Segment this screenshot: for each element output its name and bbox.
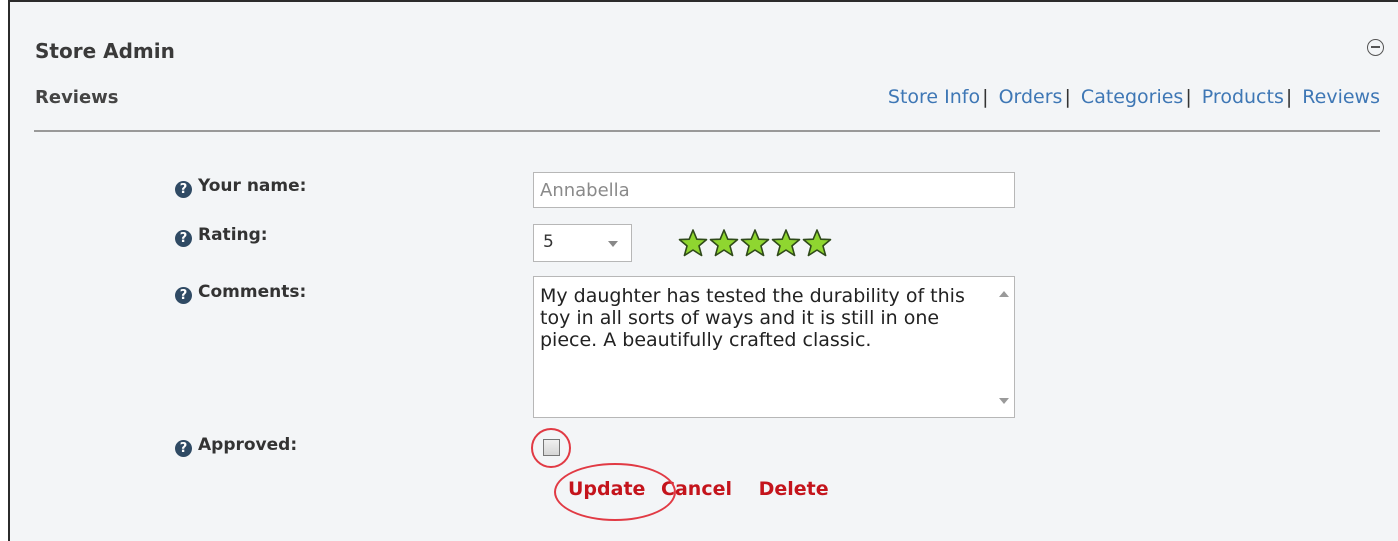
star-icon	[678, 229, 708, 257]
checkbox-highlight-circle	[531, 428, 571, 468]
page-title: Store Admin	[35, 39, 175, 63]
rating-stars	[677, 228, 832, 258]
name-label-text: Your name:	[198, 176, 307, 196]
store-admin-panel: Store Admin Reviews Store Info | Orders | …	[8, 0, 1398, 541]
section-title: Reviews	[35, 87, 119, 108]
nav-link-store-info[interactable]: Store Info	[888, 86, 980, 108]
nav-link-products[interactable]: Products	[1202, 86, 1284, 108]
name-input[interactable]	[533, 172, 1015, 208]
comments-label-text: Comments:	[198, 282, 307, 302]
star-icon	[740, 229, 770, 257]
nav-link-orders[interactable]: Orders	[999, 86, 1063, 108]
approved-label: ? Approved:	[175, 435, 297, 457]
question-circle-icon[interactable]: ?	[175, 181, 192, 198]
minus-circle-icon[interactable]	[1367, 39, 1384, 56]
name-label: ? Your name:	[175, 176, 306, 198]
scroll-up-arrow-icon[interactable]	[999, 291, 1009, 297]
question-circle-icon[interactable]: ?	[175, 287, 192, 304]
nav-separator: |	[1185, 86, 1192, 108]
scroll-down-arrow-icon[interactable]	[999, 398, 1009, 404]
delete-button[interactable]: Delete	[759, 478, 829, 500]
question-circle-icon[interactable]: ?	[175, 230, 192, 247]
nav-separator: |	[1285, 86, 1293, 108]
chevron-down-icon	[608, 241, 618, 247]
comments-text: My daughter has tested the durability of…	[540, 285, 965, 351]
admin-nav: Store Info | Orders | Categories | Products…	[888, 86, 1380, 108]
rating-select-value: 5	[543, 232, 554, 252]
question-circle-icon[interactable]: ?	[175, 440, 192, 457]
rating-select[interactable]: 5	[533, 224, 632, 262]
rating-label: ? Rating:	[175, 225, 268, 247]
star-icon	[709, 229, 739, 257]
comments-scrollbar[interactable]	[994, 277, 1014, 417]
approved-label-text: Approved:	[198, 435, 298, 455]
star-icon	[802, 229, 832, 257]
nav-separator: |	[982, 86, 989, 108]
comments-textarea[interactable]: My daughter has tested the durability of…	[533, 276, 1015, 418]
comments-label: ? Comments:	[175, 282, 306, 304]
header-divider	[34, 130, 1380, 132]
nav-link-categories[interactable]: Categories	[1081, 86, 1183, 108]
nav-link-reviews[interactable]: Reviews	[1302, 86, 1380, 108]
nav-separator: |	[1064, 86, 1071, 108]
update-highlight-circle	[554, 463, 676, 521]
rating-label-text: Rating:	[198, 225, 268, 245]
star-icon	[771, 229, 801, 257]
